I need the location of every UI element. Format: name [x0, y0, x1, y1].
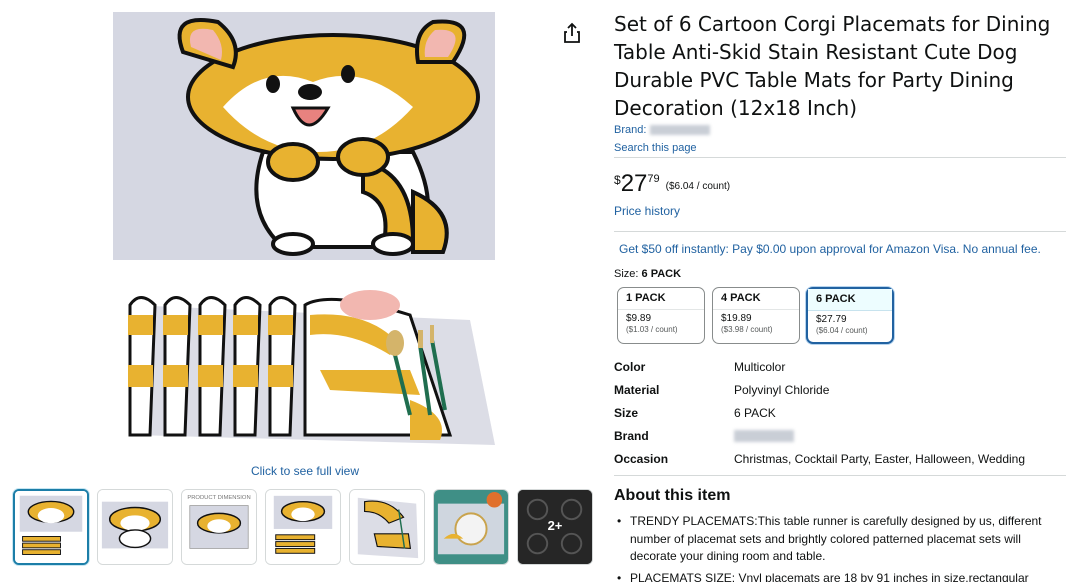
- price-block: $2779 ($6.04 / count): [614, 170, 730, 198]
- placemat-set-image[interactable]: [110, 285, 500, 455]
- corgi-thumbnail-image: [98, 490, 172, 564]
- size-option-1-pack[interactable]: 1 PACK $9.89 ($1.03 / count): [617, 287, 705, 344]
- about-bullet: PLACEMATS SIZE: Vnyl placemats are 18 by…: [614, 570, 1066, 582]
- spec-key: Material: [614, 383, 660, 397]
- spec-key: Color: [614, 360, 646, 374]
- spec-value: Polyvinyl Chloride: [734, 383, 830, 397]
- search-this-page-link[interactable]: Search this page: [614, 142, 697, 154]
- size-option-name: 6 PACK: [808, 289, 892, 311]
- size-option-price: $27.79: [816, 314, 847, 325]
- visa-promo-link[interactable]: Get $50 off instantly: Pay $0.00 upon ap…: [619, 242, 1041, 256]
- size-option-unit-price: ($3.98 / count): [721, 325, 773, 334]
- placemat-thumbnail-image: [350, 490, 424, 564]
- about-this-item-heading: About this item: [614, 487, 731, 504]
- spec-value: Christmas, Cocktail Party, Easter, Hallo…: [734, 452, 1026, 466]
- corgi-thumbnail-image: [266, 490, 340, 564]
- table-setting-thumbnail-image: [434, 490, 508, 564]
- price-symbol: $: [614, 173, 621, 187]
- brand-name-redacted: [650, 125, 711, 136]
- brand-store-link[interactable]: Brand:: [614, 124, 711, 136]
- price-history-link[interactable]: Price history: [614, 204, 680, 218]
- thumbnail-more[interactable]: 2+: [517, 489, 593, 565]
- corgi-illustration: [113, 12, 495, 260]
- size-selected-value: 6 PACK: [641, 268, 682, 280]
- divider: [614, 475, 1066, 476]
- thumbnail-4[interactable]: [265, 489, 341, 565]
- thumbnail-5[interactable]: [349, 489, 425, 565]
- size-option-6-pack[interactable]: 6 PACK $27.79 ($6.04 / count): [806, 287, 894, 344]
- spec-value: Multicolor: [734, 360, 786, 374]
- thumbnail-3[interactable]: PRODUCT DIMENSION: [181, 489, 257, 565]
- thumbnail-2[interactable]: [97, 489, 173, 565]
- size-option-unit-price: ($1.03 / count): [626, 325, 678, 334]
- size-option-name: 1 PACK: [618, 288, 704, 310]
- size-option-4-pack[interactable]: 4 PACK $19.89 ($3.98 / count): [712, 287, 800, 344]
- divider: [614, 157, 1066, 158]
- thumbnail-6[interactable]: [433, 489, 509, 565]
- spec-key: Brand: [614, 429, 649, 443]
- thumbnail-dimension-text: PRODUCT DIMENSION: [187, 495, 250, 501]
- spec-key: Size: [614, 406, 639, 420]
- brand-label: Brand:: [614, 124, 647, 136]
- price-whole: 27: [620, 170, 648, 197]
- corgi-thumbnail-image: [15, 491, 87, 563]
- about-bullet: TRENDY PLACEMATS:This table runner is ca…: [614, 513, 1066, 566]
- size-option-price: $9.89: [626, 313, 652, 324]
- click-to-see-full-view-link[interactable]: Click to see full view: [190, 464, 420, 478]
- price-per-unit: ($6.04 / count): [665, 181, 731, 193]
- main-product-image[interactable]: [113, 12, 495, 260]
- size-label-text: Size:: [614, 268, 639, 280]
- size-option-price: $19.89: [721, 313, 752, 324]
- dimension-thumbnail-image: PRODUCT DIMENSION: [182, 490, 256, 564]
- share-icon[interactable]: [562, 22, 582, 44]
- spec-value: 6 PACK: [734, 406, 776, 420]
- divider: [614, 231, 1066, 232]
- spec-key: Occasion: [614, 452, 669, 466]
- price-fraction: 79: [647, 173, 660, 185]
- size-option-name: 4 PACK: [713, 288, 799, 310]
- thumbnail-1[interactable]: [13, 489, 89, 565]
- size-label: Size: 6 PACK: [614, 268, 681, 280]
- about-bullet-list: TRENDY PLACEMATS:This table runner is ca…: [614, 513, 1066, 582]
- placemat-stack-illustration: [110, 285, 500, 455]
- size-option-unit-price: ($6.04 / count): [816, 326, 868, 335]
- brand-value-redacted: [734, 430, 794, 442]
- product-title: Set of 6 Cartoon Corgi Placemats for Din…: [614, 12, 1051, 120]
- more-images-count: 2+: [547, 518, 563, 533]
